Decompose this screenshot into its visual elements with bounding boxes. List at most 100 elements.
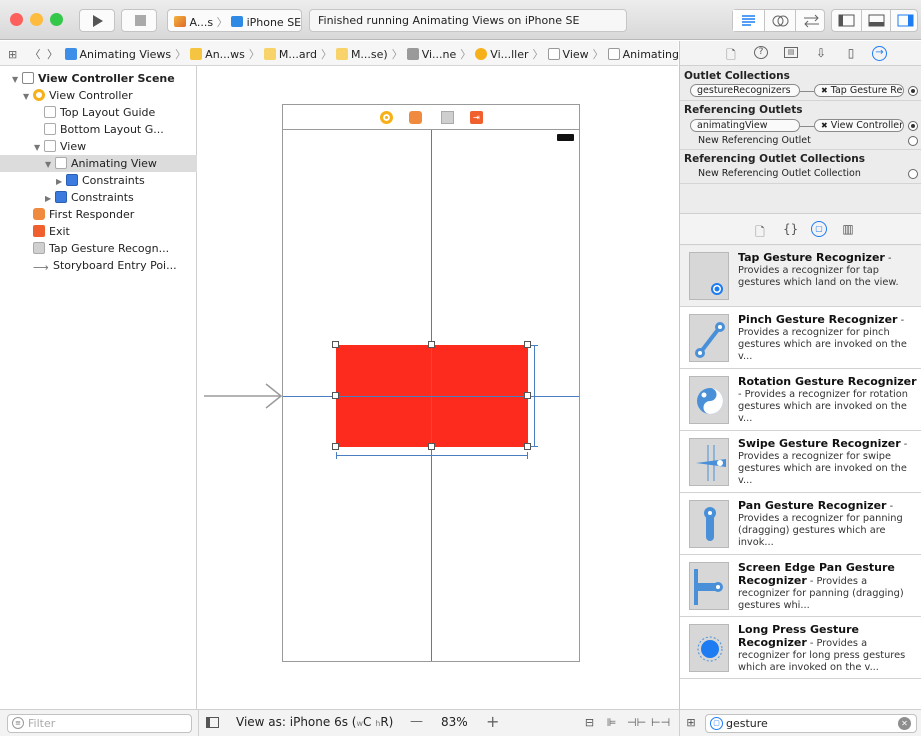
width-constraint[interactable] xyxy=(336,452,528,459)
new-referencing-outlet-circle[interactable] xyxy=(908,136,918,146)
breadcrumb-item[interactable]: An...ws xyxy=(190,47,245,61)
resize-handle-b[interactable] xyxy=(428,443,435,450)
breadcrumb-item[interactable]: View xyxy=(547,47,589,61)
exit-icon[interactable]: ⇥ xyxy=(470,111,483,124)
outline-item[interactable]: Exit xyxy=(0,223,197,240)
grid-view-icon[interactable]: ⊞ xyxy=(684,716,698,729)
height-constraint[interactable] xyxy=(531,345,538,447)
file-inspector-icon[interactable]: 🗋 xyxy=(724,46,738,67)
back-button[interactable]: 〈 xyxy=(30,46,44,62)
resize-handle-br[interactable] xyxy=(524,443,531,450)
breadcrumb-item[interactable]: M...ard xyxy=(263,47,317,61)
disconnect-icon[interactable]: ✖ xyxy=(821,121,828,130)
breadcrumb-item[interactable]: Animating Views xyxy=(64,47,171,61)
view-controller-icon[interactable] xyxy=(380,111,393,124)
minimize-window-button[interactable] xyxy=(30,13,43,26)
outline-item[interactable]: Bottom Layout G... xyxy=(0,121,197,138)
library-item[interactable]: Swipe Gesture Recognizer - Provides a re… xyxy=(680,432,921,493)
resize-handle-tr[interactable] xyxy=(524,341,531,348)
outline-item[interactable]: ▼ View Controller xyxy=(0,87,197,104)
disclosure-triangle-icon[interactable]: ▶ xyxy=(45,194,55,203)
zoom-window-button[interactable] xyxy=(50,13,63,26)
storyboard-entry-arrow[interactable] xyxy=(204,382,284,410)
storyboard-canvas[interactable]: ⇥ xyxy=(198,66,678,709)
outline-item[interactable]: ▼ View xyxy=(0,138,197,155)
disclosure-triangle-icon[interactable]: ▼ xyxy=(45,160,55,169)
identity-inspector-icon[interactable]: ▤ xyxy=(784,47,798,58)
file-template-library-icon[interactable]: 🗋 xyxy=(753,223,767,244)
breadcrumb-item[interactable]: Animating View xyxy=(607,47,678,61)
version-editor-button[interactable] xyxy=(795,10,826,31)
disclosure-triangle-icon[interactable]: ▼ xyxy=(23,92,33,101)
disclosure-triangle-icon[interactable]: ▼ xyxy=(34,143,44,152)
size-inspector-icon[interactable]: ▯ xyxy=(844,46,858,60)
resize-handle-bl[interactable] xyxy=(332,443,339,450)
scheme-selector[interactable]: A...s 〉 iPhone SE xyxy=(167,9,302,32)
forward-button[interactable]: 〉 xyxy=(47,46,61,62)
toggle-navigator-button[interactable] xyxy=(832,10,861,31)
outlet-collection-pill[interactable]: gestureRecognizers xyxy=(690,84,800,97)
outline-item[interactable]: ⟶ Storyboard Entry Poi... xyxy=(0,257,197,274)
breadcrumb-item[interactable]: Vi...ller xyxy=(475,47,529,61)
disconnect-icon[interactable]: ✖ xyxy=(821,86,828,95)
resize-handle-r[interactable] xyxy=(524,392,531,399)
library-search-field[interactable]: ▢ gesture ✕ xyxy=(705,714,917,733)
clear-search-icon[interactable]: ✕ xyxy=(898,717,911,730)
breadcrumb-item[interactable]: Vi...ne xyxy=(406,47,456,61)
height-constraint-cap-top xyxy=(531,345,538,346)
referencing-outlet-target[interactable]: ✖ View Controller xyxy=(814,119,904,132)
close-window-button[interactable] xyxy=(10,13,23,26)
assistant-editor-button[interactable] xyxy=(764,10,795,31)
zoom-in-button[interactable]: + xyxy=(486,712,499,731)
embed-in-stack-icon[interactable]: ⊟ xyxy=(582,716,597,729)
object-library-icon[interactable]: ▢ xyxy=(811,221,827,237)
library-item[interactable]: Pan Gesture Recognizer - Provides a reco… xyxy=(680,494,921,555)
quick-help-icon[interactable]: ? xyxy=(754,46,768,59)
outline-item[interactable]: Top Layout Guide xyxy=(0,104,197,121)
code-snippet-library-icon[interactable]: {} xyxy=(783,222,798,236)
run-button[interactable] xyxy=(79,9,115,32)
library-item[interactable]: Pinch Gesture Recognizer - Provides a re… xyxy=(680,308,921,369)
standard-editor-button[interactable] xyxy=(733,10,764,31)
view-as-control[interactable]: View as: iPhone 6s (wC hR) xyxy=(236,715,393,729)
outlet-collection-circle[interactable] xyxy=(908,86,918,96)
outline-item[interactable]: ▶ Constraints xyxy=(0,172,197,189)
outline-filter-field[interactable]: ≡ Filter xyxy=(7,714,192,733)
pin-icon[interactable]: ⊣⊢ xyxy=(627,716,646,729)
resize-handle-tl[interactable] xyxy=(332,341,339,348)
animating-view[interactable] xyxy=(332,341,531,450)
outline-item[interactable]: Tap Gesture Recogn... xyxy=(0,240,197,257)
resolve-layout-icon[interactable]: ⊢⊣ xyxy=(651,716,670,729)
hide-outline-icon[interactable] xyxy=(206,717,219,728)
tap-gesture-icon[interactable] xyxy=(441,111,454,124)
related-items-icon[interactable]: ⊞ xyxy=(8,48,22,61)
first-responder-icon[interactable] xyxy=(409,111,422,124)
library-item[interactable]: Screen Edge Pan Gesture Recognizer - Pro… xyxy=(680,556,921,617)
align-icon[interactable]: ⊫ xyxy=(604,716,619,729)
breadcrumb-item[interactable]: M...se) xyxy=(335,47,388,61)
disclosure-triangle-icon[interactable]: ▶ xyxy=(56,177,66,186)
outline-item[interactable]: ▼ Animating View xyxy=(0,155,197,172)
resize-handle-t[interactable] xyxy=(428,341,435,348)
connections-inspector-icon[interactable]: → xyxy=(872,46,887,61)
media-library-icon[interactable]: ▥ xyxy=(841,222,855,236)
library-item[interactable]: Rotation Gesture Recognizer - Provides a… xyxy=(680,370,921,431)
toggle-debug-button[interactable] xyxy=(861,10,890,31)
stop-button[interactable] xyxy=(121,9,157,32)
outline-item[interactable]: ▶ Constraints xyxy=(0,189,197,206)
view-controller-scene[interactable]: ⇥ xyxy=(282,104,580,662)
toggle-utilities-button[interactable] xyxy=(890,10,919,31)
library-item[interactable]: Tap Gesture Recognizer - Provides a reco… xyxy=(680,246,921,307)
outlet-collection-target[interactable]: ✖ Tap Gesture Re... xyxy=(814,84,904,97)
outline-item[interactable]: ▼ View Controller Scene xyxy=(0,70,197,87)
zoom-out-button[interactable]: — xyxy=(410,714,423,729)
library-item[interactable]: Long Press Gesture Recognizer - Provides… xyxy=(680,618,921,679)
library-item-description: Provides a recognizer for rotation gestu… xyxy=(738,389,908,424)
referencing-outlet-circle[interactable] xyxy=(908,121,918,131)
attributes-inspector-icon[interactable]: ⇩ xyxy=(814,46,828,60)
referencing-outlet-pill[interactable]: animatingView xyxy=(690,119,800,132)
outline-item[interactable]: First Responder xyxy=(0,206,197,223)
resize-handle-l[interactable] xyxy=(332,392,339,399)
new-referencing-collection-circle[interactable] xyxy=(908,169,918,179)
disclosure-triangle-icon[interactable]: ▼ xyxy=(12,75,22,84)
